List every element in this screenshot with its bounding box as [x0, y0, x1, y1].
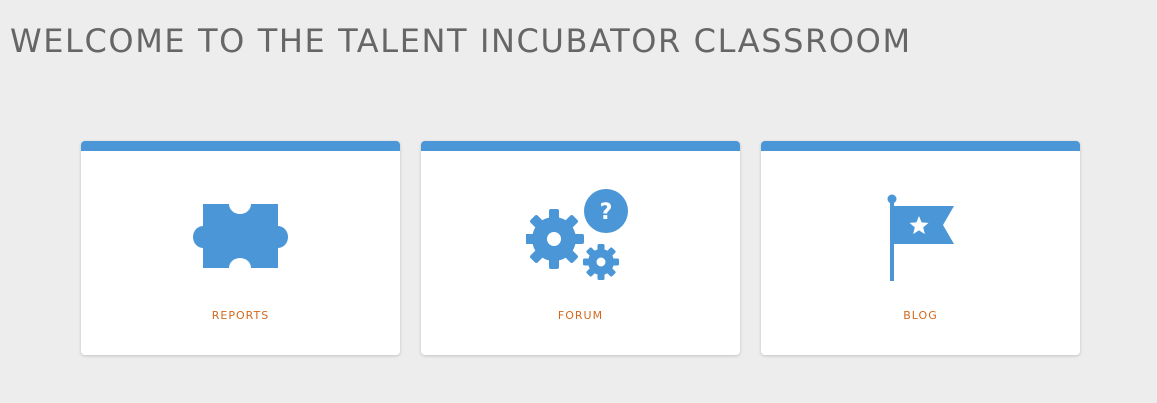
card-accent-bar	[421, 141, 740, 151]
forum-label: FORUM	[557, 309, 604, 322]
card-accent-bar	[81, 141, 400, 151]
flag-star-icon	[761, 189, 1080, 285]
puzzle-piece-icon	[81, 189, 400, 285]
page-title: WELCOME TO THE TALENT INCUBATOR CLASSROO…	[10, 22, 912, 60]
svg-text:?: ?	[599, 200, 612, 225]
blog-card[interactable]: BLOG	[761, 141, 1080, 355]
forum-card[interactable]: ? FORUM	[421, 141, 740, 355]
reports-card[interactable]: REPORTS	[81, 141, 400, 355]
blog-label: BLOG	[903, 309, 938, 322]
card-accent-bar	[761, 141, 1080, 151]
reports-label: REPORTS	[211, 309, 270, 322]
gears-question-icon: ?	[421, 189, 740, 285]
